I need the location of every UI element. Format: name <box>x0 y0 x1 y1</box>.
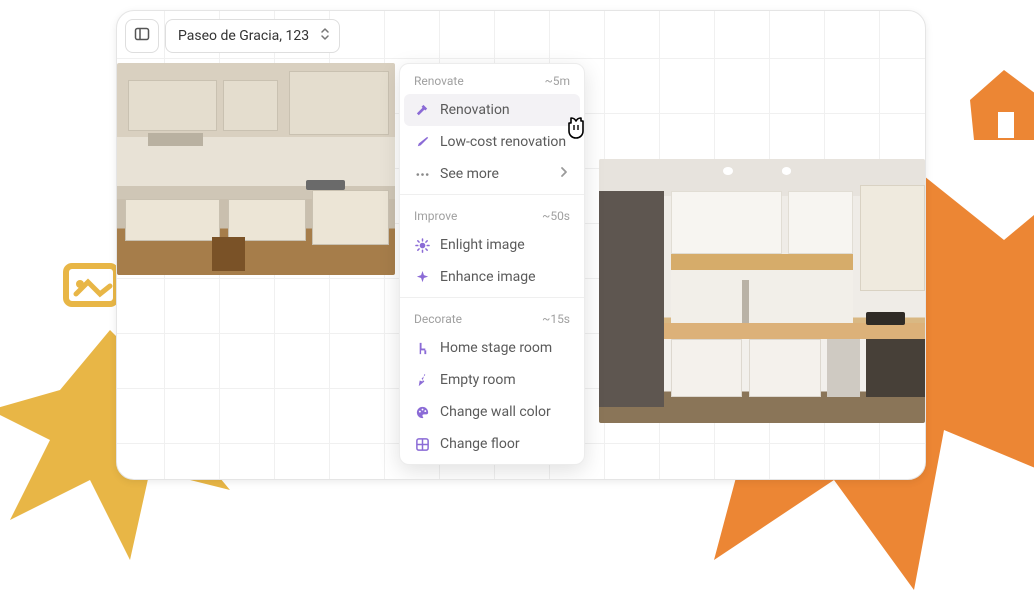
menu-item-label: Home stage room <box>440 340 552 356</box>
menu-section-title: Decorate <box>414 312 462 326</box>
menu-item-change-wall-color[interactable]: Change wall color <box>400 396 584 428</box>
dots-icon <box>414 166 430 182</box>
menu-section-title: Renovate <box>414 74 464 88</box>
app-window: Paseo de Gracia, 123 <box>116 10 926 480</box>
brush-icon <box>414 134 430 150</box>
sun-icon <box>414 237 430 253</box>
menu-separator <box>400 194 584 195</box>
chevron-right-icon <box>558 166 570 182</box>
grid-icon <box>414 436 430 452</box>
menu-item-label: Low-cost renovation <box>440 134 566 150</box>
panel-left-icon <box>134 26 150 46</box>
menu-section-header-renovate: Renovate ~5m <box>400 64 584 94</box>
kitchen-before-illustration <box>117 63 395 275</box>
palette-icon <box>414 404 430 420</box>
menu-section-header-decorate: Decorate ~15s <box>400 302 584 332</box>
menu-item-label: See more <box>440 166 499 182</box>
menu-item-label: Change wall color <box>440 404 551 420</box>
toolbar: Paseo de Gracia, 123 <box>125 19 340 53</box>
menu-item-change-floor[interactable]: Change floor <box>400 428 584 464</box>
chair-icon <box>414 340 430 356</box>
sidebar-toggle-button[interactable] <box>125 19 159 53</box>
menu-section-title: Improve <box>414 209 457 223</box>
menu-item-enlight-image[interactable]: Enlight image <box>400 229 584 261</box>
menu-item-see-more[interactable]: See more <box>400 158 584 190</box>
sparkle-icon <box>414 269 430 285</box>
menu-section-time: ~50s <box>542 209 570 223</box>
menu-item-enhance-image[interactable]: Enhance image <box>400 261 584 293</box>
menu-item-label: Enhance image <box>440 269 536 285</box>
address-select[interactable]: Paseo de Gracia, 123 <box>165 19 340 53</box>
menu-section-time: ~15s <box>542 312 570 326</box>
broom-icon <box>414 372 430 388</box>
context-menu: Renovate ~5m Renovation Low-cost renovat… <box>399 63 585 465</box>
menu-section-header-improve: Improve ~50s <box>400 199 584 229</box>
address-label: Paseo de Gracia, 123 <box>178 28 309 44</box>
menu-item-empty-room[interactable]: Empty room <box>400 364 584 396</box>
menu-item-label: Enlight image <box>440 237 525 253</box>
menu-item-renovation[interactable]: Renovation <box>404 94 580 126</box>
before-image[interactable] <box>117 63 395 275</box>
kitchen-after-illustration <box>599 159 925 423</box>
menu-item-label: Renovation <box>440 102 510 118</box>
menu-item-label: Change floor <box>440 436 520 452</box>
menu-item-home-stage-room[interactable]: Home stage room <box>400 332 584 364</box>
menu-separator <box>400 297 584 298</box>
menu-item-label: Empty room <box>440 372 516 388</box>
menu-item-low-cost-renovation[interactable]: Low-cost renovation <box>400 126 584 158</box>
after-image[interactable] <box>599 159 925 423</box>
chevron-up-down-icon <box>319 26 331 46</box>
hammer-icon <box>414 102 430 118</box>
menu-section-time: ~5m <box>545 74 570 88</box>
